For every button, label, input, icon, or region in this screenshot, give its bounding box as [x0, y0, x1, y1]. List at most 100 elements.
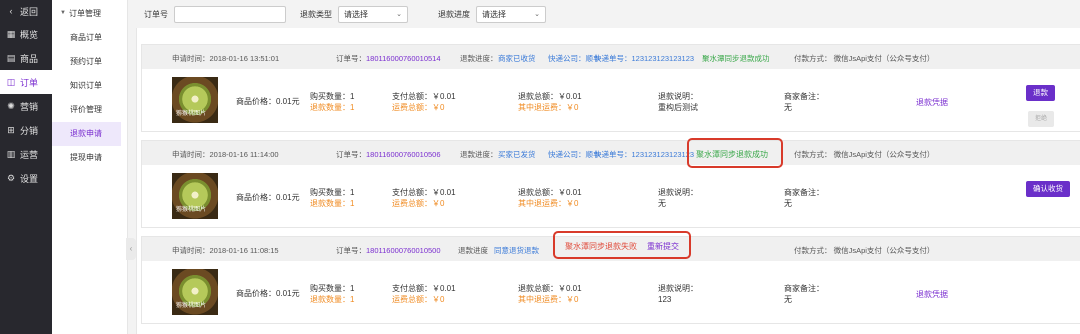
nav-item-distribution[interactable]: ⊞ 分销: [0, 118, 52, 142]
refund-qty: 退款数量：1: [310, 103, 355, 112]
subnav-title: 订单管理: [68, 8, 101, 18]
order-number: 订单号：180116000760010514: [336, 53, 441, 64]
refund-card-body: 猕猴桃图片 商品价格：0.01元 购买数量：1 退款数量：1 支付总额：￥0.0…: [142, 261, 1080, 323]
shop-icon: ▤: [6, 52, 16, 63]
subnav-item-refunds[interactable]: 退款申请: [52, 122, 121, 146]
nav-item-operations[interactable]: ▥ 运营: [0, 142, 52, 166]
refund-total: 退款总额：￥0.01: [518, 92, 582, 101]
subnav-item-goods-orders[interactable]: 商品订单: [52, 26, 127, 50]
merchant-note: 无: [784, 295, 792, 304]
refund-button[interactable]: 退款: [1026, 85, 1055, 101]
refund-card-header: 申请时间：2018-01-16 13:51:01 订单号：18011600076…: [142, 45, 1080, 69]
order-no-label: 订单号: [144, 9, 168, 19]
refund-amount-block: 退款总额：￥0.01 其中退运费：￥0: [518, 91, 582, 113]
nav-item-label: 运营: [20, 149, 39, 160]
merchant-note-block: 商家备注： 无: [784, 187, 824, 209]
buy-qty: 购买数量：1: [310, 92, 355, 101]
express-company: 快递公司：顺丰: [548, 150, 601, 159]
subnav-item-knowledge-orders[interactable]: 知识订单: [52, 74, 127, 98]
order-number-link[interactable]: 180116000760010500: [366, 246, 441, 255]
quantity-block: 购买数量：1 退款数量：1: [310, 187, 354, 209]
express-number: 快递单号：123123123123123: [594, 54, 695, 63]
subnav-item-withdrawals[interactable]: 提现申请: [52, 146, 127, 170]
ship-fee: 运费总额：￥0: [392, 103, 445, 112]
pay-method: 付款方式： 微信JsApi支付（公众号支付）: [794, 150, 935, 159]
refund-card-header: 申请时间：2018-01-16 11:14:00 订单号：18011600076…: [142, 141, 1080, 165]
subnav-item-booking-orders[interactable]: 预约订单: [52, 50, 127, 74]
share-icon: ⊞: [7, 124, 15, 135]
buy-qty: 购买数量：1: [310, 188, 355, 197]
nav-item-label: 设置: [20, 173, 39, 184]
sync-success-highlight: 聚水潭同步退款成功: [687, 138, 783, 168]
refund-type-label: 退款类型: [300, 9, 332, 19]
apply-time: 申请时间：2018-01-16 11:08:15: [172, 246, 279, 255]
progress-status: 商家已收货: [498, 54, 536, 63]
progress-status: 买家已发货: [498, 150, 536, 159]
refund-qty: 退款数量：1: [310, 295, 355, 304]
refund-progress-select[interactable]: 请选择 ⌄: [476, 5, 546, 23]
refund-amount-block: 退款总额：￥0.01 其中退运费：￥0: [518, 187, 582, 209]
filter-bar: 订单号 退款类型 请选择 ⌄ 退款进度 请选择 ⌄: [140, 0, 1080, 28]
settings-icon: ⚙: [6, 172, 16, 183]
sync-status: 聚水潭同步退款成功: [702, 54, 770, 63]
chevron-left-icon: ‹: [129, 244, 133, 253]
refund-card: 申请时间：2018-01-16 13:51:01 订单号：18011600076…: [141, 44, 1080, 132]
pay-total: 支付总额：￥0.01: [392, 92, 456, 101]
subnav-group-toggle[interactable]: ▼ 订单管理: [52, 0, 127, 26]
buy-qty: 购买数量：1: [310, 284, 355, 293]
chevron-down-icon: ⌄: [396, 11, 402, 18]
apply-time: 申请时间：2018-01-16 13:51:01: [172, 54, 280, 63]
refund-note-label: 退款说明：: [658, 284, 698, 293]
order-number-link[interactable]: 180116000760010506: [366, 150, 441, 159]
ship-fee: 运费总额：￥0: [392, 295, 445, 304]
refund-voucher-link[interactable]: 退款凭据: [916, 289, 948, 300]
resubmit-link[interactable]: 重新提交: [647, 241, 679, 252]
reject-button[interactable]: 拒绝: [1028, 111, 1055, 127]
caret-down-icon: ▼: [60, 10, 66, 16]
collapse-sidebar-handle[interactable]: ‹: [126, 238, 136, 260]
refund-voucher-link[interactable]: 退款凭据: [916, 97, 948, 108]
nav-item-orders[interactable]: ◫ 订单: [0, 70, 52, 94]
order-number: 订单号：180116000760010506: [336, 149, 441, 160]
progress-label: 退款进度：: [460, 150, 498, 159]
quantity-block: 购买数量：1 退款数量：1: [310, 91, 354, 113]
merchant-note-block: 商家备注： 无: [784, 283, 824, 305]
express-company: 快递公司：顺丰: [548, 54, 601, 63]
refund-qty: 退款数量：1: [310, 199, 355, 208]
merchant-note-label: 商家备注：: [784, 284, 824, 293]
refund-note: 无: [658, 199, 666, 208]
ship-fee: 运费总额：￥0: [392, 199, 445, 208]
refund-card-body: 猕猴桃图片 商品价格：0.01元 购买数量：1 退款数量：1 支付总额：￥0.0…: [142, 69, 1080, 131]
refund-ship: 其中退运费：￥0: [518, 199, 579, 208]
payment-block: 支付总额：￥0.01 运费总额：￥0: [392, 187, 456, 209]
nav-item-goods[interactable]: ▤ 商品: [0, 46, 52, 70]
confirm-receipt-button[interactable]: 确认收货: [1026, 181, 1070, 197]
back-button[interactable]: ‹ 返回: [0, 0, 52, 22]
merchant-note-label: 商家备注：: [784, 92, 824, 101]
product-thumbnail: 猕猴桃图片: [172, 77, 218, 123]
nav-item-marketing[interactable]: ✺ 营销: [0, 94, 52, 118]
chevron-left-icon: ‹: [9, 6, 13, 16]
refund-type-select[interactable]: 请选择 ⌄: [338, 5, 408, 23]
grid-icon: ▦: [6, 28, 16, 39]
order-no-input[interactable]: [174, 5, 286, 23]
chart-icon: ▥: [6, 148, 16, 159]
refund-ship: 其中退运费：￥0: [518, 295, 579, 304]
nav-item-label: 概览: [20, 29, 39, 40]
refund-total: 退款总额：￥0.01: [518, 188, 582, 197]
nav-item-settings[interactable]: ⚙ 设置: [0, 166, 52, 190]
subnav-item-reviews[interactable]: 评价管理: [52, 98, 127, 122]
refund-note-label: 退款说明：: [658, 188, 698, 197]
order-label: 订单号：: [336, 246, 366, 255]
refund-note-block: 退款说明： 无: [658, 187, 698, 209]
order-icon: ◫: [6, 76, 16, 87]
sync-status: 聚水潭同步退款成功: [696, 150, 768, 159]
progress-label: 退款进度：: [460, 54, 498, 63]
refund-note-block: 退款说明： 重构后测试: [658, 91, 698, 113]
sub-nav: ▼ 订单管理 商品订单 预约订单 知识订单 评价管理 退款申请 提现申请: [52, 0, 128, 334]
back-label: 返回: [20, 6, 39, 17]
nav-item-overview[interactable]: ▦ 概览: [0, 22, 52, 46]
product-price: 商品价格：0.01元: [236, 97, 300, 106]
order-number-link[interactable]: 180116000760010514: [366, 54, 441, 63]
product-price: 商品价格：0.01元: [236, 289, 300, 298]
